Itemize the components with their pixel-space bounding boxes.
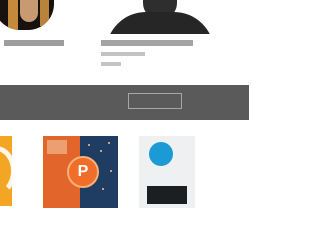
speaker-hair bbox=[40, 0, 49, 26]
cover-arc-graphic bbox=[0, 146, 12, 196]
cover-label bbox=[143, 178, 191, 184]
speaker-organization bbox=[101, 62, 121, 66]
speaker-photo-placeholder bbox=[100, 0, 220, 34]
silhouette-body bbox=[106, 12, 214, 34]
speaker-photo bbox=[0, 0, 54, 30]
cta-button[interactable] bbox=[128, 93, 182, 109]
speaker-hair bbox=[8, 0, 18, 30]
card-cover-image[interactable] bbox=[139, 136, 195, 208]
speaker-name bbox=[4, 40, 64, 46]
page: P bbox=[0, 0, 249, 240]
speaker-role bbox=[101, 52, 145, 56]
cover-dark-box bbox=[147, 186, 187, 204]
speaker-face bbox=[20, 0, 38, 22]
certification-badge-icon bbox=[149, 142, 173, 166]
card-cover-image[interactable] bbox=[0, 136, 12, 206]
speaker-name bbox=[101, 40, 193, 46]
cover-logo-circle: P bbox=[67, 156, 99, 188]
resource-cards: P bbox=[0, 120, 249, 240]
card-cover-image[interactable]: P bbox=[43, 136, 118, 208]
cover-logo-letter: P bbox=[77, 163, 89, 180]
cta-text bbox=[7, 99, 119, 105]
speakers-section bbox=[0, 0, 249, 85]
cta-banner bbox=[0, 85, 249, 120]
